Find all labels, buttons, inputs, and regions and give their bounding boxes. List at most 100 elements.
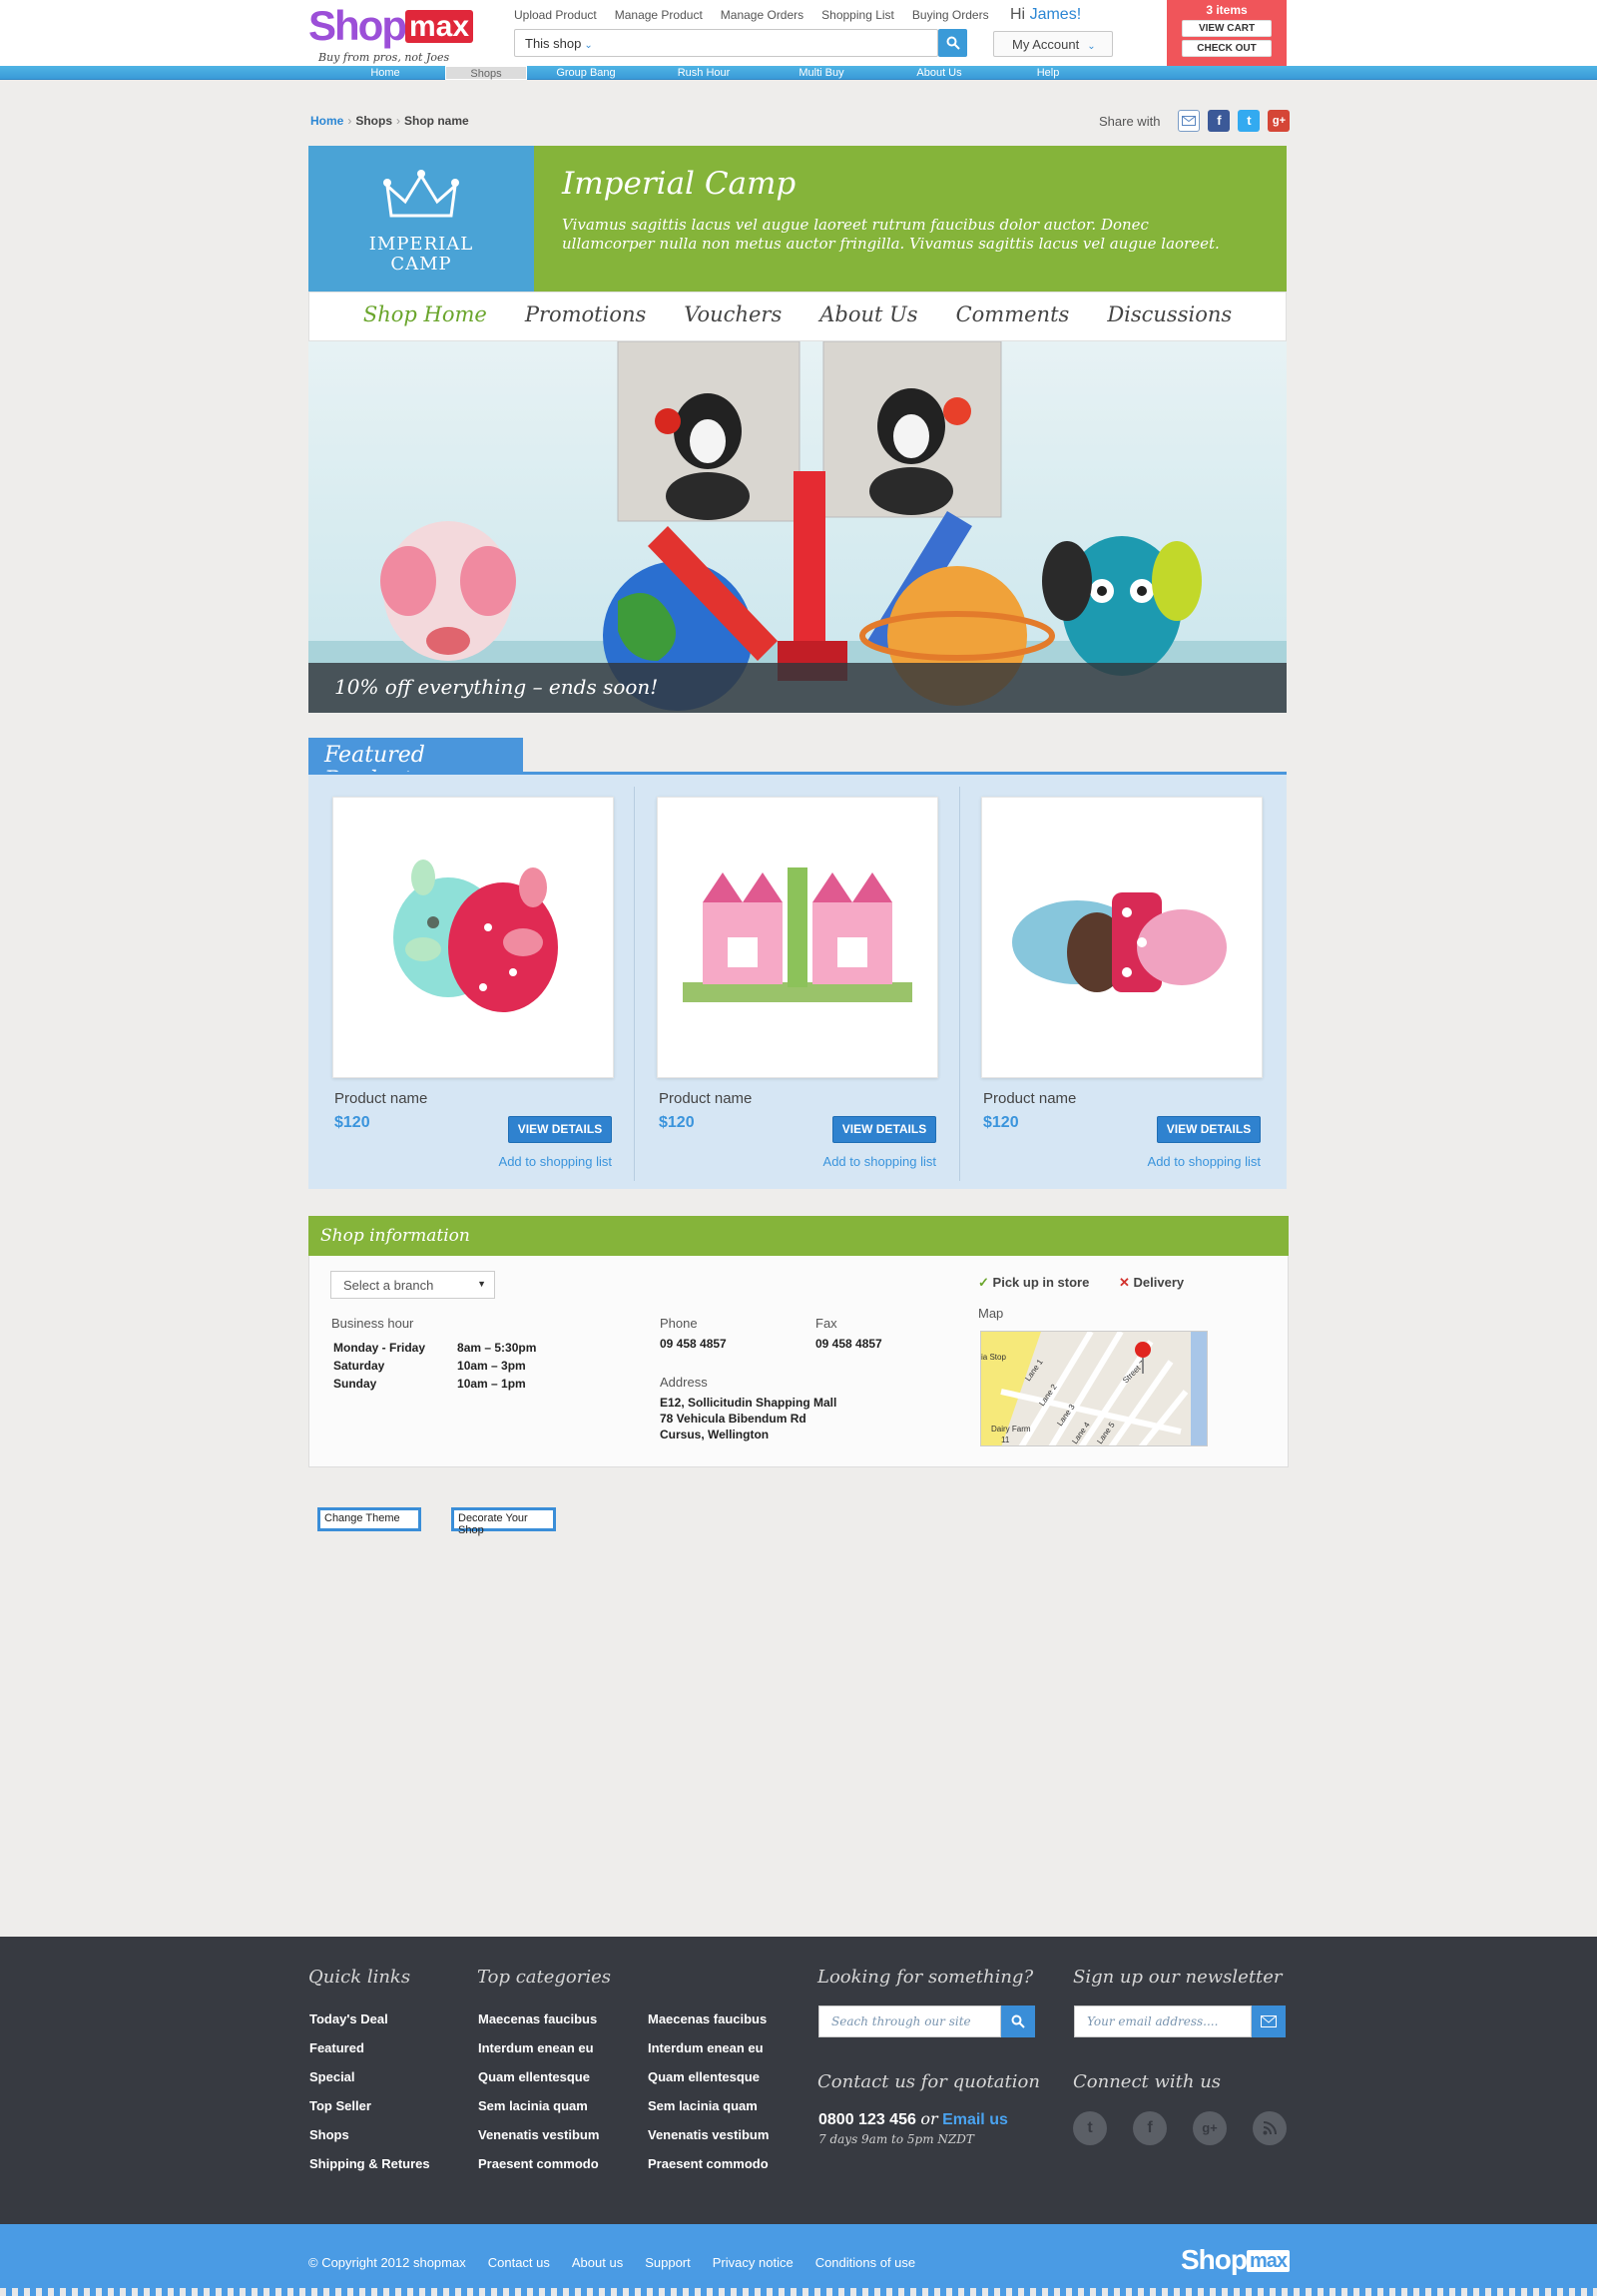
category-link[interactable]: Praesent commodo	[478, 2149, 599, 2178]
category-link[interactable]: Quam ellentesque	[478, 2062, 599, 2091]
location-map[interactable]: ia Stop Lane 1 Lane 2 Lane 3 Lane 4 Lane…	[980, 1331, 1208, 1446]
fax-value: 09 458 4857	[815, 1337, 882, 1351]
category-link[interactable]: Sem lacinia quam	[478, 2091, 599, 2120]
map-label: Map	[978, 1306, 1004, 1321]
cart-item-count[interactable]: 3 items	[1167, 3, 1287, 17]
support-link[interactable]: Support	[645, 2255, 691, 2270]
delivery-label: Delivery	[1133, 1275, 1185, 1290]
tab-shop-home[interactable]: Shop Home	[363, 302, 487, 340]
nav-group-bang[interactable]: Group Bang	[527, 66, 645, 80]
chevron-down-icon: ⌄	[1087, 41, 1096, 52]
nav-about-us[interactable]: About Us	[880, 66, 998, 80]
footer-link[interactable]: Shipping & Retures	[309, 2149, 430, 2178]
product-image[interactable]	[981, 797, 1263, 1078]
privacy-notice-link[interactable]: Privacy notice	[713, 2255, 794, 2270]
rss-icon[interactable]	[1253, 2111, 1287, 2145]
decorate-shop-button[interactable]: Decorate Your Shop	[451, 1507, 556, 1536]
nav-home[interactable]: Home	[339, 66, 431, 80]
product-name[interactable]: Product name	[334, 1090, 427, 1107]
add-to-shopping-list-link[interactable]: Add to shopping list	[1148, 1154, 1261, 1169]
footer-link[interactable]: Top Seller	[309, 2091, 430, 2120]
pickup-option: ✓ Pick up in store	[978, 1275, 1089, 1291]
tab-promotions[interactable]: Promotions	[525, 302, 646, 340]
product-price: $120	[983, 1114, 1019, 1131]
envelope-icon	[1261, 2015, 1277, 2027]
facebook-icon[interactable]: f	[1133, 2111, 1167, 2145]
footer-search-button[interactable]	[1001, 2006, 1035, 2037]
newsletter-submit-button[interactable]	[1252, 2006, 1286, 2037]
add-to-shopping-list-link[interactable]: Add to shopping list	[823, 1154, 936, 1169]
categories-list-2: Maecenas faucibus Interdum enean eu Quam…	[648, 2005, 769, 2178]
manage-orders-link[interactable]: Manage Orders	[721, 8, 803, 22]
tab-vouchers[interactable]: Vouchers	[684, 302, 782, 340]
change-theme-button[interactable]: Change Theme	[317, 1507, 421, 1531]
category-link[interactable]: Venenatis vestibum	[648, 2120, 769, 2149]
footer-link[interactable]: Featured	[309, 2033, 430, 2062]
tab-comments[interactable]: Comments	[956, 302, 1070, 340]
map-label-ia-stop: ia Stop	[981, 1353, 1006, 1362]
category-link[interactable]: Sem lacinia quam	[648, 2091, 769, 2120]
branch-select[interactable]: Select a branch ▼	[330, 1271, 495, 1299]
breadcrumb-home[interactable]: Home	[310, 114, 343, 128]
footer-link[interactable]: Special	[309, 2062, 430, 2091]
shopmax-logo[interactable]: Shop max Buy from pros, not Joes	[308, 4, 474, 64]
view-details-button[interactable]: VIEW DETAILS	[1157, 1116, 1261, 1143]
view-details-button[interactable]: VIEW DETAILS	[508, 1116, 612, 1143]
nav-shops[interactable]: Shops	[445, 66, 527, 80]
buying-orders-link[interactable]: Buying Orders	[912, 8, 989, 22]
newsletter-email-input[interactable]: Your email address....	[1074, 2006, 1252, 2037]
category-link[interactable]: Interdum enean eu	[648, 2033, 769, 2062]
product-price: $120	[334, 1114, 370, 1131]
google-plus-icon[interactable]: g+	[1268, 110, 1291, 132]
nav-rush-hour[interactable]: Rush Hour	[645, 66, 763, 80]
search-button[interactable]	[938, 29, 967, 57]
email-us-link[interactable]: Email us	[942, 2111, 1008, 2128]
product-name[interactable]: Product name	[983, 1090, 1076, 1107]
category-link[interactable]: Maecenas faucibus	[648, 2005, 769, 2033]
footer-link[interactable]: Today's Deal	[309, 2005, 430, 2033]
footer-search-input[interactable]: Seach through our site	[818, 2006, 1001, 2037]
twitter-icon[interactable]: t	[1073, 2111, 1107, 2145]
category-link[interactable]: Praesent commodo	[648, 2149, 769, 2178]
tab-about-us[interactable]: About Us	[819, 302, 917, 340]
check-out-button[interactable]: CHECK OUT	[1182, 40, 1272, 57]
twitter-icon[interactable]: t	[1238, 110, 1261, 132]
product-name[interactable]: Product name	[659, 1090, 752, 1107]
shop-tabs: Shop Home Promotions Vouchers About Us C…	[308, 291, 1287, 341]
view-cart-button[interactable]: VIEW CART	[1182, 20, 1272, 37]
product-image[interactable]	[657, 797, 938, 1078]
upload-product-link[interactable]: Upload Product	[514, 8, 597, 22]
conditions-of-use-link[interactable]: Conditions of use	[815, 2255, 915, 2270]
contact-us-link[interactable]: Contact us	[488, 2255, 550, 2270]
quick-links-list: Today's Deal Featured Special Top Seller…	[309, 2005, 430, 2178]
tab-discussions[interactable]: Discussions	[1107, 302, 1232, 340]
product-photo-pigs	[393, 860, 558, 1012]
category-link[interactable]: Venenatis vestibum	[478, 2120, 599, 2149]
view-details-button[interactable]: VIEW DETAILS	[832, 1116, 936, 1143]
facebook-icon[interactable]: f	[1208, 110, 1231, 132]
category-link[interactable]: Interdum enean eu	[478, 2033, 599, 2062]
category-link[interactable]: Maecenas faucibus	[478, 2005, 599, 2033]
footer-logo[interactable]: Shop max	[1181, 2244, 1291, 2276]
breadcrumb-shops[interactable]: Shops	[355, 114, 392, 128]
logo-tagline: Buy from pros, not Joes	[318, 51, 450, 64]
nav-help[interactable]: Help	[998, 66, 1098, 80]
phone-label: Phone	[660, 1316, 698, 1331]
hero-banner[interactable]: 10% off everything – ends soon!	[308, 341, 1287, 713]
add-to-shopping-list-link[interactable]: Add to shopping list	[499, 1154, 612, 1169]
search-title: Looking for something?	[817, 1967, 1034, 1988]
category-link[interactable]: Quam ellentesque	[648, 2062, 769, 2091]
search-scope-dropdown[interactable]: This shop ⌄	[525, 36, 593, 51]
search-input[interactable]: This shop ⌄	[514, 29, 938, 57]
about-us-link[interactable]: About us	[572, 2255, 623, 2270]
product-divider	[959, 787, 960, 1181]
shopping-list-link[interactable]: Shopping List	[821, 8, 894, 22]
email-icon[interactable]	[1178, 110, 1201, 132]
footer-link[interactable]: Shops	[309, 2120, 430, 2149]
google-plus-icon[interactable]: g+	[1193, 2111, 1227, 2145]
manage-product-link[interactable]: Manage Product	[615, 8, 703, 22]
my-account-dropdown[interactable]: My Account ⌄	[993, 31, 1113, 57]
nav-multi-buy[interactable]: Multi Buy	[763, 66, 880, 80]
product-image[interactable]	[332, 797, 614, 1078]
user-name[interactable]: James!	[1030, 6, 1082, 23]
